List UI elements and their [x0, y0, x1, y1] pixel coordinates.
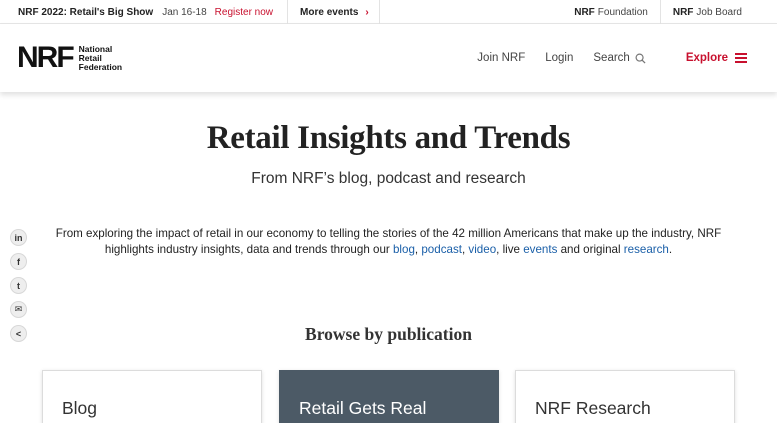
- page-subtitle: From NRF’s blog, podcast and research: [251, 170, 526, 187]
- search-button[interactable]: Search: [593, 52, 646, 64]
- nrf-logo[interactable]: NRF National Retail Federation: [17, 41, 123, 74]
- search-icon: [635, 53, 646, 64]
- browse-heading: Browse by publication: [305, 324, 472, 344]
- publication-cards: Blog Retail Gets Real NRF Research: [42, 370, 735, 423]
- podcast-link[interactable]: podcast: [421, 243, 462, 256]
- jobboard-label: Job Board: [696, 6, 742, 18]
- main-nav: Join NRF Login Search Explore: [457, 24, 747, 92]
- publication-card-blog[interactable]: Blog: [42, 370, 262, 423]
- search-label: Search: [593, 52, 630, 64]
- events-link[interactable]: events: [523, 243, 557, 256]
- hamburger-icon: [735, 53, 747, 63]
- divider: [287, 0, 289, 24]
- logo-org-name: National Retail Federation: [78, 44, 123, 72]
- jobboard-brand: NRF: [672, 6, 694, 18]
- intro-end: .: [668, 243, 673, 256]
- explore-label: Explore: [685, 52, 728, 64]
- page-title: Retail Insights and Trends: [206, 120, 571, 156]
- intro-sep: and original: [557, 243, 624, 256]
- linkedin-icon[interactable]: in: [10, 229, 27, 246]
- nrf-foundation-link[interactable]: NRF Foundation: [562, 0, 660, 24]
- publication-card-nrf-research[interactable]: NRF Research: [515, 370, 735, 423]
- research-link[interactable]: research: [624, 243, 669, 256]
- divider: [378, 0, 380, 24]
- logo-line: Federation: [78, 61, 123, 72]
- utility-links: NRF Foundation NRF Job Board: [562, 0, 777, 24]
- login-link[interactable]: Login: [545, 52, 573, 64]
- publication-card-retail-gets-real[interactable]: Retail Gets Real: [279, 370, 499, 423]
- twitter-icon[interactable]: t: [10, 277, 27, 294]
- email-icon[interactable]: ✉: [10, 301, 27, 318]
- site-header: NRF National Retail Federation Join NRF …: [0, 24, 777, 92]
- blog-link[interactable]: blog: [393, 243, 415, 256]
- facebook-icon[interactable]: f: [10, 253, 27, 270]
- event-promo: NRF 2022: Retail's Big Show Jan 16-18 Re…: [18, 0, 380, 24]
- join-nrf-link[interactable]: Join NRF: [477, 52, 525, 64]
- explore-menu-button[interactable]: Explore: [686, 52, 747, 64]
- event-name[interactable]: NRF 2022: Retail's Big Show: [18, 7, 153, 18]
- chevron-right-icon: ›: [365, 6, 369, 18]
- event-date: Jan 16-18: [162, 6, 207, 18]
- nrf-job-board-link[interactable]: NRF Job Board: [659, 0, 777, 24]
- foundation-label: Foundation: [597, 6, 648, 18]
- card-label: Blog: [62, 398, 98, 418]
- card-label: NRF Research: [535, 398, 651, 418]
- foundation-brand: NRF: [574, 6, 595, 18]
- more-events-link[interactable]: More events ›: [300, 7, 369, 18]
- more-events-label: More events: [300, 6, 359, 18]
- intro-sep: , live: [496, 243, 524, 256]
- register-link[interactable]: Register now: [215, 7, 273, 18]
- video-link[interactable]: video: [468, 243, 496, 256]
- card-label: Retail Gets Real: [299, 398, 427, 418]
- intro-paragraph: From exploring the impact of retail in o…: [40, 226, 737, 258]
- utility-bar: NRF 2022: Retail's Big Show Jan 16-18 Re…: [0, 0, 777, 24]
- logo-mark: NRF: [17, 41, 75, 74]
